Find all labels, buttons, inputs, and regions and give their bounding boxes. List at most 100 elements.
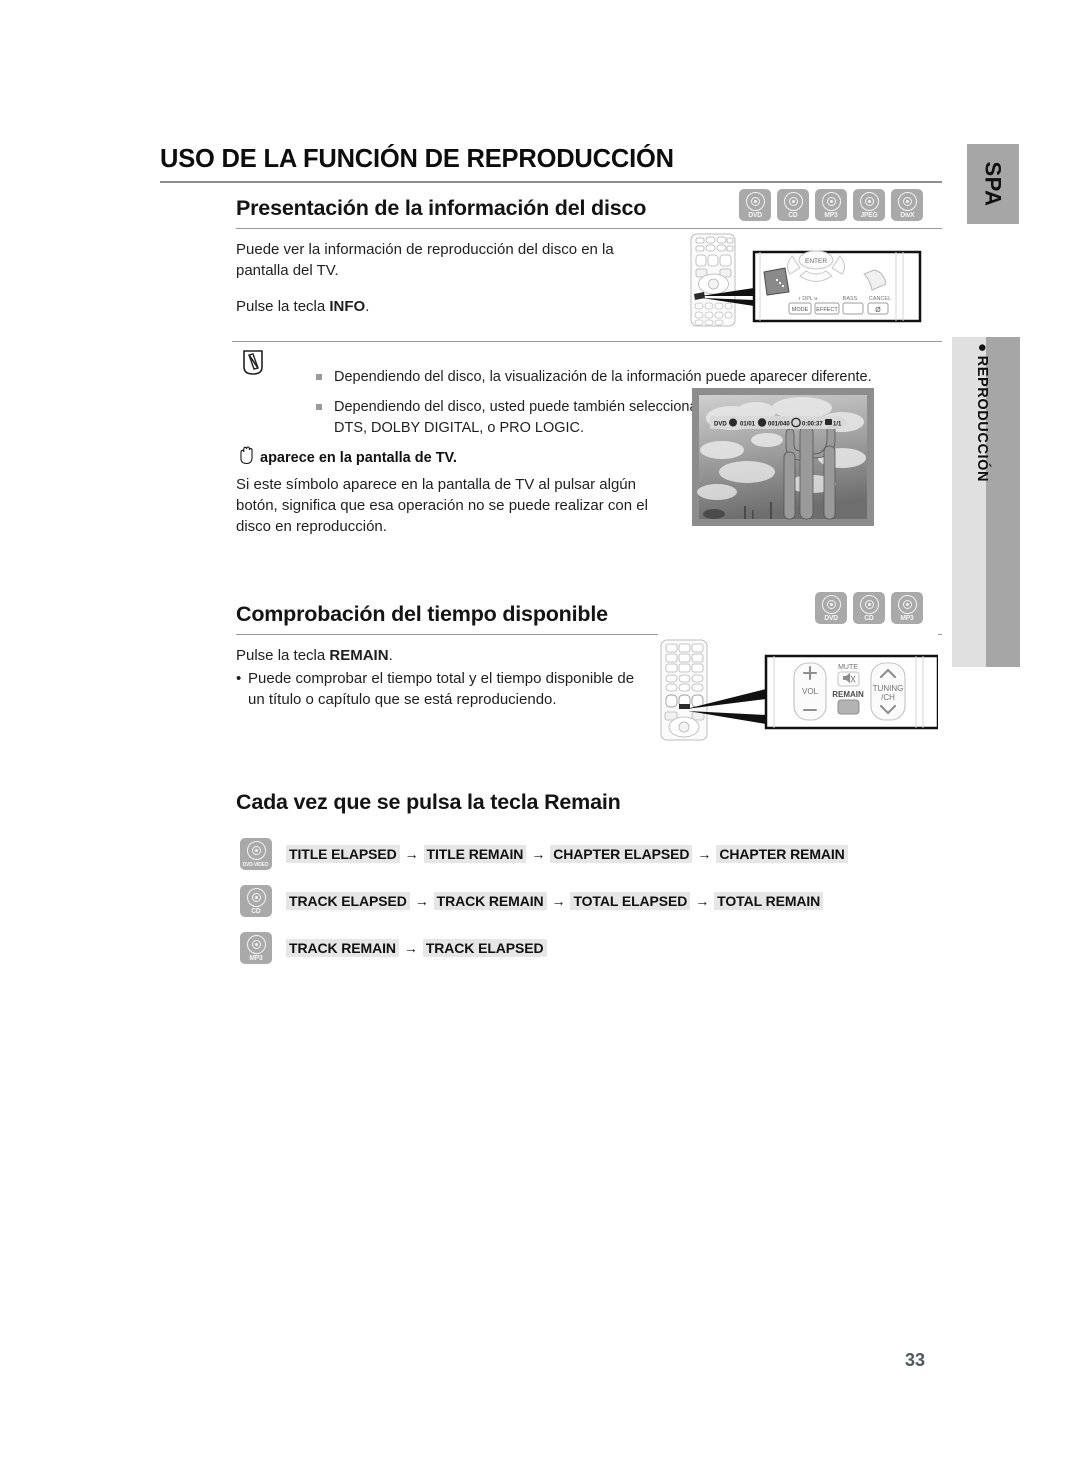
remain-step: TRACK ELAPSED (286, 892, 410, 910)
arrow-icon: → (697, 846, 712, 862)
disc-icon (821, 192, 841, 211)
note-item: Dependiendo del disco, usted puede tambi… (316, 397, 734, 439)
arrow-icon: → (414, 893, 429, 909)
osd-time: 0:00:37 (802, 422, 823, 428)
language-tab-label: SPA (980, 161, 1006, 207)
tuning-sub-label: /CH (881, 693, 895, 702)
disc-icon (745, 192, 765, 211)
remain-step: TRACK REMAIN (286, 939, 399, 957)
remain-row-mp3: MP3 TRACK REMAIN → TRACK ELAPSED (240, 932, 547, 964)
arrow-icon: → (551, 893, 566, 909)
chapter-bullet-icon: ● (974, 343, 991, 353)
remain-step: TOTAL ELAPSED (570, 892, 691, 910)
note-list: Dependiendo del disco, la visualización … (276, 367, 986, 448)
badge-row-section-2: DVD CD MP3 (815, 592, 923, 624)
section-2-bullet-text: Puede comprobar el tiempo total y el tie… (248, 670, 635, 708)
badge-cd: CD (777, 189, 809, 221)
svg-text:CANCEL: CANCEL (869, 296, 891, 302)
tuning-label: TUNING (873, 684, 904, 693)
note-top-divider (232, 341, 942, 342)
info-instruction-post: . (365, 298, 370, 315)
language-tab-spa: SPA (967, 144, 1019, 224)
remain-step: CHAPTER ELAPSED (550, 845, 693, 863)
mute-label: MUTE (838, 664, 858, 671)
remain-step: TRACK ELAPSED (422, 939, 547, 957)
svg-text:ᴦ DPL ᴚ: ᴦ DPL ᴚ (799, 296, 818, 302)
hand-stop-icon (238, 446, 255, 469)
remain-section-heading: Cada vez que se pulsa la tecla Remain (236, 790, 621, 814)
section-1-divider (236, 228, 942, 229)
svg-text:BASS: BASS (843, 296, 858, 302)
note-item: Dependiendo del disco, la visualización … (316, 367, 986, 388)
arrow-icon: → (531, 846, 546, 862)
disc-icon (859, 595, 879, 614)
remain-sequence-mp3: TRACK REMAIN → TRACK ELAPSED (286, 939, 547, 957)
remain-instruction-post: . (388, 647, 393, 664)
section-1-paragraph-2: Pulse la tecla INFO. (236, 296, 656, 317)
disc-icon (246, 841, 266, 860)
remain-row-cd: CD TRACK ELAPSED → TRACK REMAIN → TOTAL … (240, 885, 824, 917)
disc-icon (783, 192, 803, 211)
badge-dvd: DVD (815, 592, 847, 624)
arrow-icon: → (404, 846, 419, 862)
manual-page: SPA ●REPRODUCCIÓN USO DE LA FUNCIÓN DE R… (0, 0, 1080, 1475)
remain-step: TOTAL REMAIN (714, 892, 824, 910)
remain-label: REMAIN (832, 690, 864, 699)
badge-mp3: MP3 (815, 189, 847, 221)
disc-icon (246, 935, 266, 954)
vol-label: VOL (802, 687, 819, 696)
badge-cd: CD (240, 885, 272, 917)
bullet-dot: • (236, 670, 242, 687)
hand-note-heading: aparece en la pantalla de TV. (238, 446, 457, 469)
remain-step: TITLE ELAPSED (286, 845, 400, 863)
osd-disc-type: DVD (714, 422, 727, 428)
page-title: USO DE LA FUNCIÓN DE REPRODUCCIÓN (160, 145, 674, 173)
remain-sequence-cd: TRACK ELAPSED → TRACK REMAIN → TOTAL ELA… (286, 892, 824, 910)
remain-sequence-dvd: TITLE ELAPSED → TITLE REMAIN → CHAPTER E… (286, 845, 848, 863)
badge-jpeg: JPEG (853, 189, 885, 221)
badge-cd: CD (853, 592, 885, 624)
hand-note-paragraph: Si este símbolo aparece en la pantalla d… (236, 476, 648, 535)
remain-instruction-pre: Pulse la tecla (236, 647, 330, 664)
section-2-bullet: • Puede comprobar el tiempo total y el t… (236, 668, 640, 710)
remote-illustration-info: ENTER ᴦ DPL ᴚ BASS CANCEL MODE EFFECT Ø (688, 232, 936, 333)
svg-text:Ø: Ø (875, 307, 881, 314)
remain-row-dvd: DVD-VIDEO TITLE ELAPSED → TITLE REMAIN →… (240, 838, 848, 870)
badge-dvd: DVD (739, 189, 771, 221)
tv-screen-illustration: DVD 01/01 001/040 0:00:37 1/1 (692, 388, 874, 531)
osd-audio: 1/1 (833, 422, 842, 428)
info-instruction-pre: Pulse la tecla (236, 298, 330, 315)
badge-mp3: MP3 (240, 932, 272, 964)
page-number: 33 (905, 1350, 926, 1370)
svg-text:EFFECT: EFFECT (816, 307, 838, 313)
arrow-icon: → (403, 940, 418, 956)
badge-dvd-video: DVD-VIDEO (240, 838, 272, 870)
remain-key-label: REMAIN (329, 647, 389, 664)
svg-text:MODE: MODE (792, 307, 809, 313)
remain-step: TRACK REMAIN (433, 892, 547, 910)
section-heading-comprobacion: Comprobación del tiempo disponible (236, 602, 608, 626)
section-2-paragraph-1: Pulse la tecla REMAIN. (236, 645, 656, 666)
osd-title: 01/01 (740, 422, 756, 428)
tv-osd-bar: DVD 01/01 001/040 0:00:37 1/1 (710, 416, 848, 429)
section-heading-presentacion: Presentación de la información del disco (236, 196, 647, 220)
badge-mp3: MP3 (891, 592, 923, 624)
osd-chapter: 001/040 (768, 422, 790, 428)
section-1-paragraph-1: Puede ver la información de reproducción… (236, 241, 614, 279)
note-pencil-icon (240, 348, 270, 378)
disc-icon (821, 595, 841, 614)
disc-icon (859, 192, 879, 211)
hand-note-text: aparece en la pantalla de TV. (260, 449, 457, 466)
badge-divx: DivX (891, 189, 923, 221)
disc-icon (246, 888, 266, 907)
enter-label: ENTER (805, 258, 827, 265)
disc-icon (897, 192, 917, 211)
info-key-label: INFO (329, 298, 366, 315)
title-divider (160, 181, 942, 183)
remain-step: TITLE REMAIN (423, 845, 527, 863)
arrow-icon: → (695, 893, 710, 909)
badge-row-section-1: DVD CD MP3 JPEG DivX (739, 189, 923, 221)
disc-icon (897, 595, 917, 614)
remain-step: CHAPTER REMAIN (716, 845, 848, 863)
remote-illustration-remain: VOL MUTE REMAIN TUNING /CH (658, 632, 940, 749)
